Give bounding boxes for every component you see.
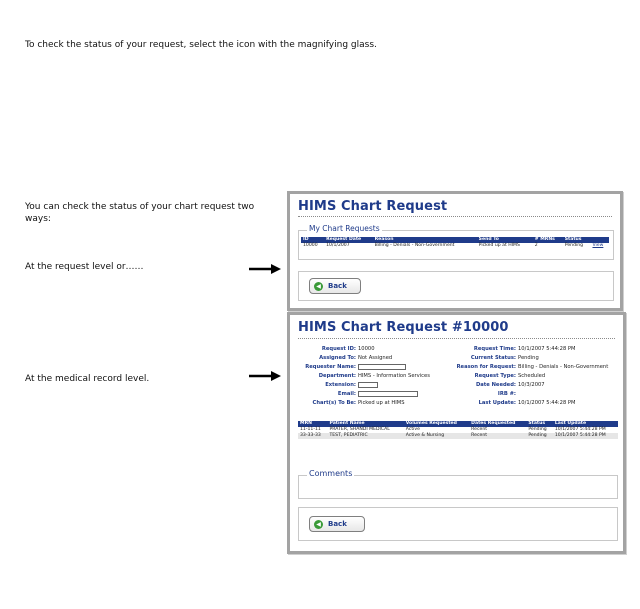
email-input[interactable] [358,391,418,397]
cell-reason: Billing - Denials - Non-Government [374,243,455,248]
back-button[interactable]: ◀ Back [309,516,365,532]
field-extension: Extension: [325,382,356,388]
view-link[interactable]: View [592,243,603,248]
arrow-right-icon [249,371,281,381]
request-level-text: At the request level or…… [25,262,144,272]
cell-mrn-count: 2 [534,243,538,248]
field-assigned-to: Assigned To: Not Assigned [319,355,393,361]
cell-dates: Recent [469,433,527,439]
cell-mrn: 33-33-33 [298,433,328,439]
field-request-time: Request Time: 10/1/2007 5:44:28 PM [473,346,576,352]
extension-input[interactable] [358,382,378,388]
cell-send-to: Picked up at HIMS [478,243,520,248]
cell-patient-name: TEST, PEDIATRIC [327,433,404,439]
cell-request-date: 10/1/2007 [326,243,350,248]
back-button-area: ◀ Back [298,507,618,541]
two-ways-text: You can check the status of your chart r… [25,202,255,224]
field-request-type: Request Type: Scheduled [474,373,546,379]
back-button-area: ◀ Back [298,271,614,301]
field-irb: IRB #: [497,391,516,397]
field-date-needed: Date Needed: 10/3/2007 [475,382,545,388]
back-arrow-icon: ◀ [314,281,323,291]
cell-status: Pending [564,243,584,248]
back-button-label: Back [328,520,347,528]
field-current-status: Current Status: Pending [470,355,539,361]
intro-text: To check the status of your request, sel… [25,40,377,50]
back-button-label: Back [328,282,347,290]
field-last-update: Last Update: 10/1/2007 5:44:28 PM [478,400,576,406]
requester-name-input[interactable] [358,364,406,370]
table-row[interactable]: 10000 10/1/2007 Billing - Denials - Non-… [301,243,609,249]
my-chart-requests-section: My Chart Requests ID Request Date Reason… [298,224,614,260]
cell-volumes: Active & Nursing [403,433,470,439]
table-row[interactable]: 33-33-33 TEST, PEDIATRIC Active & Nursin… [298,433,618,439]
cell-last-update: 10/1/2007 5:44:28 PM [552,433,618,439]
title-divider [298,216,612,217]
field-department: Department: HIMS - Information Services [318,373,430,379]
field-reason: Reason for Request: Billing - Denials - N… [456,364,609,370]
chart-request-detail-panel: HIMS Chart Request #10000 Request ID: 100… [287,312,626,554]
mrn-table: MRN Patient Name Volumes Requested Dates… [298,421,618,439]
cell-status: Pending [526,433,553,439]
comments-section: Comments [298,469,618,499]
section-legend: My Chart Requests [307,224,382,233]
arrow-right-icon [249,264,281,274]
back-arrow-icon: ◀ [314,519,323,529]
comments-legend: Comments [307,469,355,478]
panel-title: HIMS Chart Request #10000 [298,320,509,335]
field-email: Email: [337,391,356,397]
panel-title: HIMS Chart Request [298,199,448,214]
title-divider [298,338,615,339]
cell-id: 10000 [303,243,318,248]
chart-request-panel: HIMS Chart Request My Chart Requests ID … [287,191,623,311]
record-level-text: At the medical record level. [25,374,150,384]
requests-table: ID Request Date Reason Send To # MRNs St… [301,237,609,249]
field-request-id: Request ID: 10000 [321,346,375,352]
field-charts-to-be: Chart(s) To Be: Picked up at HIMS [312,400,405,406]
back-button[interactable]: ◀ Back [309,278,361,294]
field-requester-name: Requester Name: [305,364,356,370]
